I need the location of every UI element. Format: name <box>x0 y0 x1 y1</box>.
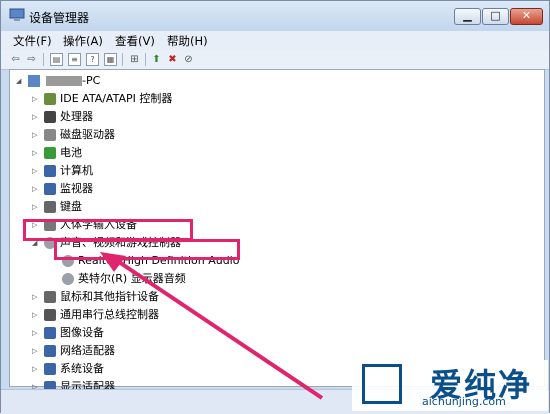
window-title: 设备管理器 <box>29 11 90 25</box>
expand-arrow-icon[interactable]: ▷ <box>32 144 37 162</box>
camera-icon <box>44 327 56 339</box>
tree-item-label: IDE ATA/ATAPI 控制器 <box>60 92 173 105</box>
back-arrow-icon[interactable]: ⇦ <box>9 53 22 66</box>
tree-item-category[interactable]: ▷ 磁盘驱动器 <box>10 126 530 144</box>
tree-item-label: 图像设备 <box>60 326 104 339</box>
properties-icon[interactable]: ▤ <box>50 53 63 66</box>
menu-file[interactable]: 文件(F) <box>13 33 52 49</box>
keyboard-icon <box>44 201 56 213</box>
ide-controller-icon <box>44 93 56 105</box>
minimize-button[interactable]: ▁ <box>454 8 481 25</box>
watermark-logo <box>362 364 402 404</box>
monitor-icon <box>44 183 56 195</box>
scan-hardware-icon[interactable]: ⊞ <box>128 53 141 66</box>
toolbar: ⇦ ⇨ ▤ ≡ ? ▦ ⊞ ⬆ ✖ ⊘ <box>1 50 549 70</box>
tree-item-category[interactable]: ▷ IDE ATA/ATAPI 控制器 <box>10 90 530 108</box>
highlight-box-realtek <box>54 239 240 260</box>
tree-item-label: 网络适配器 <box>60 344 115 357</box>
tree-item-category[interactable]: ▷ 监视器 <box>10 180 530 198</box>
watermark: 爱纯净 aichunjing.com <box>352 360 548 411</box>
title-bar: 设备管理器 ▁ □ ✕ <box>1 1 549 31</box>
mouse-icon <box>44 291 56 303</box>
expand-arrow-icon[interactable]: ▷ <box>32 342 37 360</box>
collapse-arrow-icon[interactable]: ◢ <box>16 72 21 90</box>
processor-icon <box>44 111 56 123</box>
expand-arrow-icon[interactable]: ▷ <box>32 180 37 198</box>
tree-item-category[interactable]: ▷ 处理器 <box>10 108 530 126</box>
tree-item-category[interactable]: ▷ 鼠标和其他指针设备 <box>10 288 530 306</box>
tree-item-label: 键盘 <box>60 200 82 213</box>
menu-action[interactable]: 操作(A) <box>63 33 103 49</box>
expand-arrow-icon[interactable]: ▷ <box>32 108 37 126</box>
toolbar-separator <box>122 53 123 66</box>
audio-device-icon <box>62 273 74 285</box>
tree-item-label: 处理器 <box>60 110 93 123</box>
tree-item-category[interactable]: ▷ 通用串行总线控制器 <box>10 306 530 324</box>
details-icon[interactable]: ▦ <box>104 53 117 66</box>
redacted-name-block <box>46 76 82 86</box>
expand-arrow-icon[interactable]: ▷ <box>32 324 37 342</box>
tree-item-device[interactable]: 英特尔(R) 显示器音频 <box>10 270 530 288</box>
toolbar-separator <box>43 53 44 66</box>
expand-arrow-icon[interactable]: ▷ <box>32 126 37 144</box>
tree-item-label: 磁盘驱动器 <box>60 128 115 141</box>
device-manager-window: 设备管理器 ▁ □ ✕ 文件(F) 操作(A) 查看(V) 帮助(H) ⇦ ⇨ … <box>0 0 550 414</box>
tree-item-label: 系统设备 <box>60 362 104 375</box>
uninstall-icon[interactable]: ✖ <box>166 53 179 66</box>
tree-item-category[interactable]: ▷ 网络适配器 <box>10 342 530 360</box>
tree-root-label: -PC <box>82 74 101 87</box>
device-manager-icon <box>9 8 25 21</box>
watermark-url: aichunjing.com <box>422 395 506 408</box>
list-icon[interactable]: ≡ <box>68 53 81 66</box>
menu-help[interactable]: 帮助(H) <box>167 33 208 49</box>
expand-arrow-icon[interactable]: ▷ <box>32 90 37 108</box>
tree-item-category[interactable]: ▷ 键盘 <box>10 198 530 216</box>
tree-item-label: 鼠标和其他指针设备 <box>60 290 159 303</box>
close-button[interactable]: ✕ <box>510 8 543 25</box>
forward-arrow-icon[interactable]: ⇨ <box>25 53 38 66</box>
tree-item-label: 英特尔(R) 显示器音频 <box>78 272 186 285</box>
help-icon[interactable]: ? <box>86 53 99 66</box>
expand-arrow-icon[interactable]: ▷ <box>32 360 37 378</box>
tree-item-category[interactable]: ▷ 电池 <box>10 144 530 162</box>
tree-item-category[interactable]: ▷ 计算机 <box>10 162 530 180</box>
battery-icon <box>44 147 56 159</box>
expand-arrow-icon[interactable]: ▷ <box>32 198 37 216</box>
network-icon <box>44 345 56 357</box>
menu-view[interactable]: 查看(V) <box>115 33 155 49</box>
computer-icon <box>44 165 56 177</box>
expand-arrow-icon[interactable]: ▷ <box>32 306 37 324</box>
usb-icon <box>44 309 56 321</box>
expand-arrow-icon[interactable]: ▷ <box>32 288 37 306</box>
computer-icon <box>28 75 40 87</box>
tree-item-label: 监视器 <box>60 182 93 195</box>
expand-arrow-icon[interactable]: ▷ <box>32 162 37 180</box>
tree-item-category[interactable]: ▷ 图像设备 <box>10 324 530 342</box>
disable-device-icon[interactable]: ⊘ <box>182 53 195 66</box>
system-device-icon <box>44 363 56 375</box>
maximize-button[interactable]: □ <box>482 8 509 25</box>
tree-item-label: 通用串行总线控制器 <box>60 308 159 321</box>
menu-bar: 文件(F) 操作(A) 查看(V) 帮助(H) <box>1 31 549 50</box>
disk-drive-icon <box>44 129 56 141</box>
tree-item-label: 电池 <box>60 146 82 159</box>
tree-item-label: 计算机 <box>60 164 93 177</box>
highlight-box-sound-category <box>23 219 193 241</box>
toolbar-separator <box>145 53 146 66</box>
update-driver-icon[interactable]: ⬆ <box>150 53 163 66</box>
